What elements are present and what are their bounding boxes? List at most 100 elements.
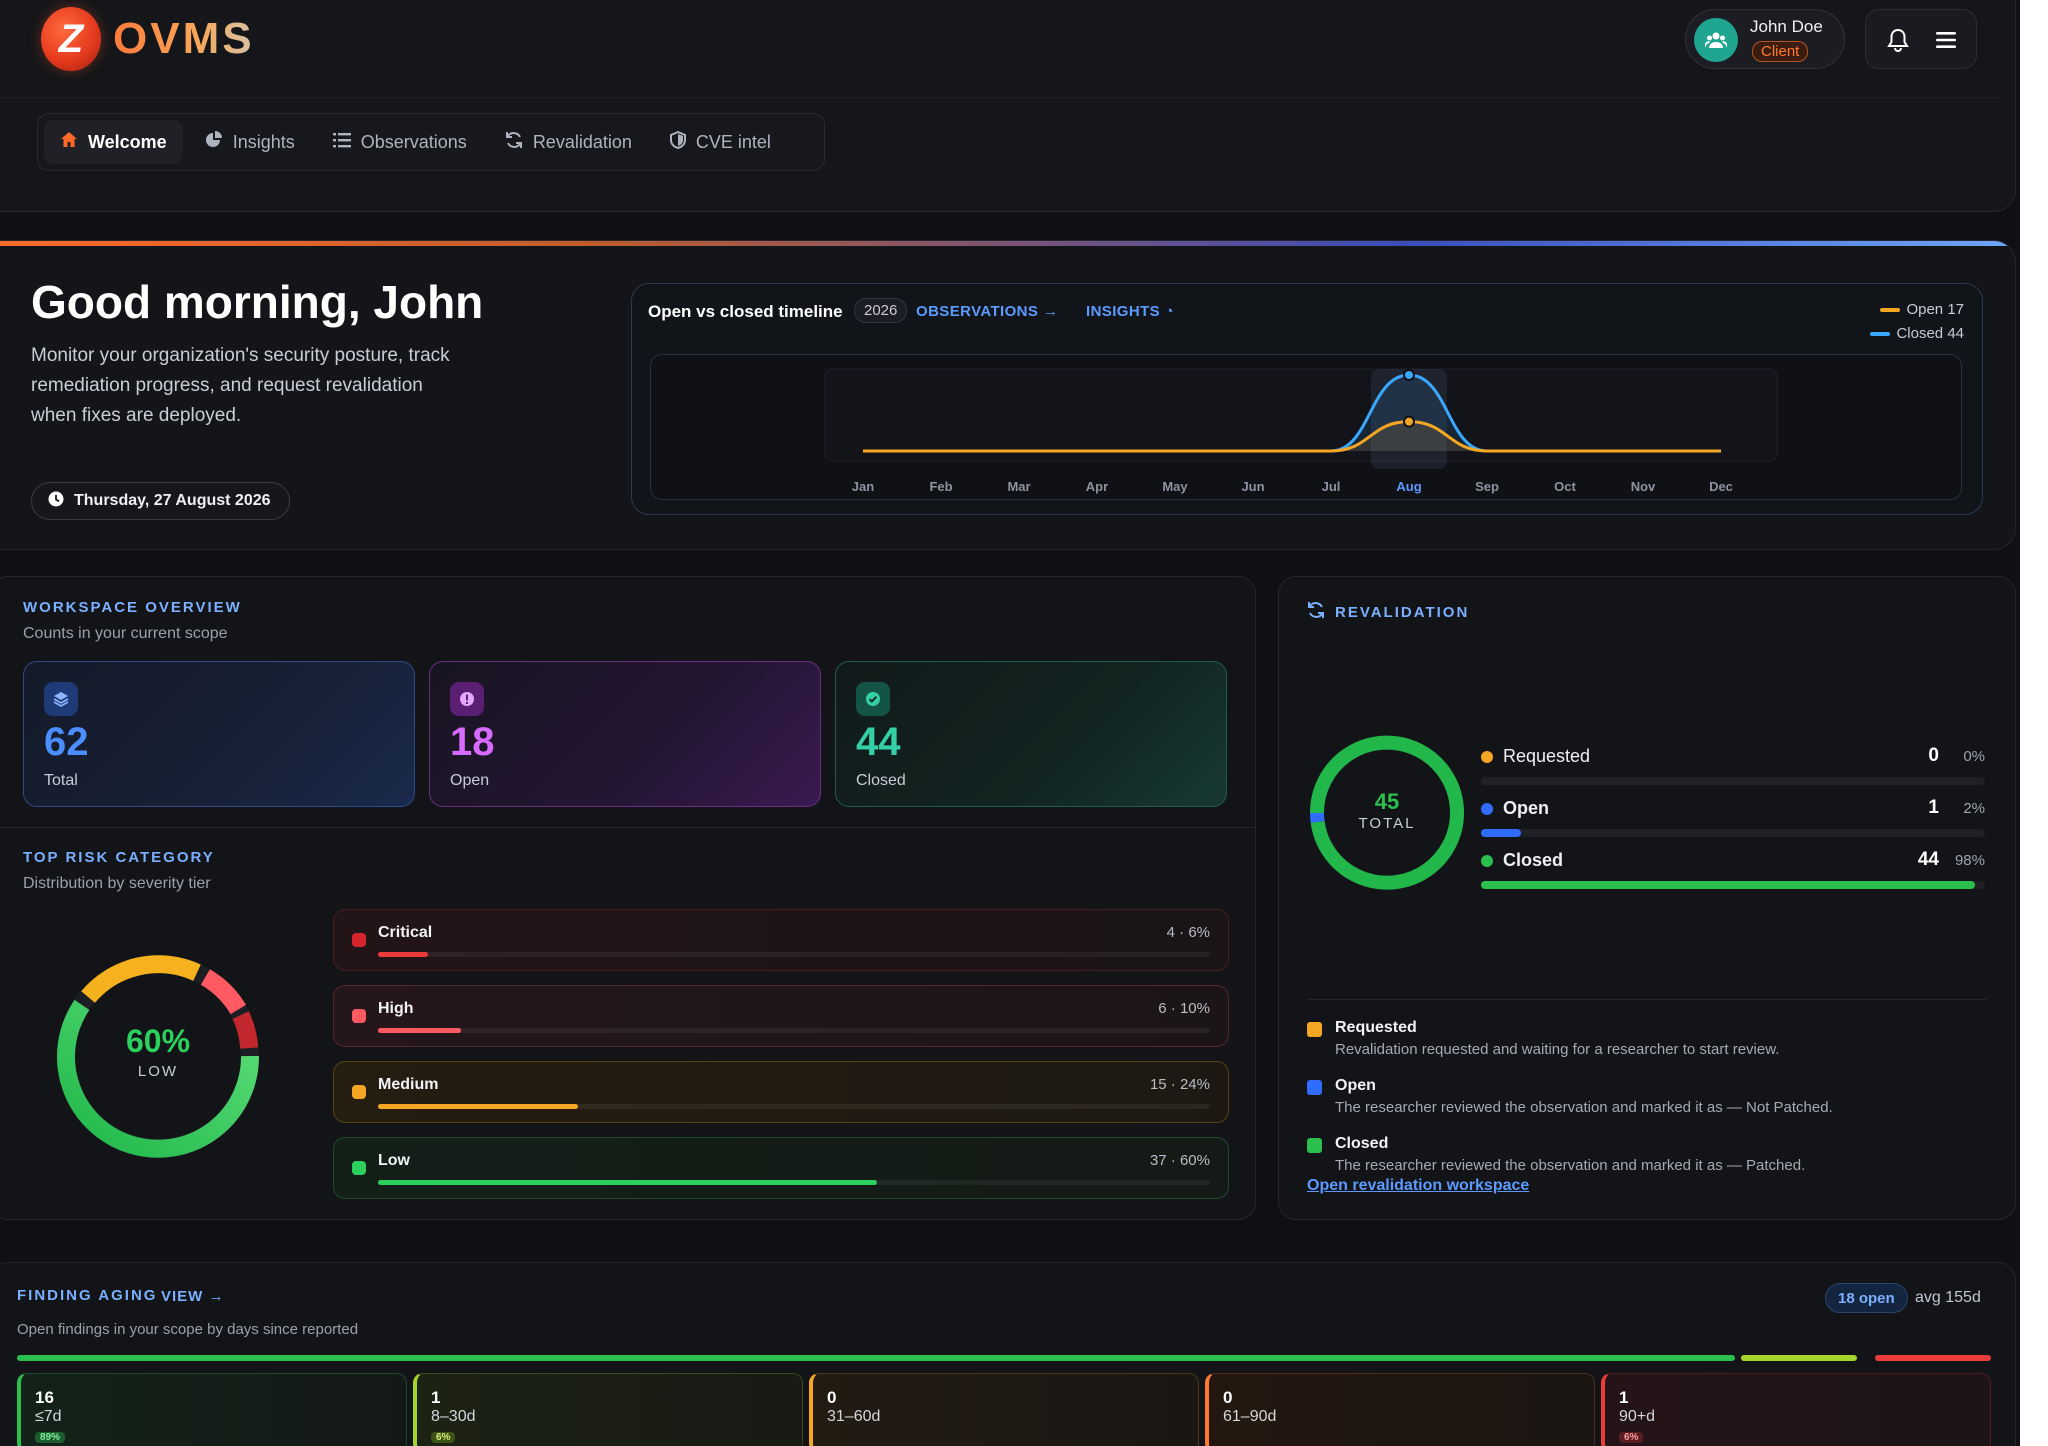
revalidation-donut: 45 TOTAL bbox=[1307, 733, 1467, 893]
aging-bucket-7d[interactable]: 16 ≤7d 89% bbox=[17, 1373, 407, 1446]
overview-subtitle: Counts in your current scope bbox=[23, 625, 228, 642]
overview-title: WORKSPACE OVERVIEW bbox=[23, 599, 242, 616]
workspace-overview-card: WORKSPACE OVERVIEW Counts in your curren… bbox=[0, 576, 1256, 1220]
definition-text: The researcher reviewed the observation … bbox=[1335, 1099, 1833, 1116]
bucket-range: ≤7d bbox=[35, 1408, 62, 1425]
header-divider bbox=[0, 97, 2001, 98]
timeline-plot: Jan Feb Mar Apr May Jun Jul Aug Sep Oct Nov Dec bbox=[650, 354, 1962, 500]
stat-value: 18 bbox=[450, 720, 495, 764]
revalidation-header: REVALIDATION bbox=[1307, 601, 1469, 624]
tab-label: Observations bbox=[360, 131, 467, 152]
row-track bbox=[1481, 881, 1985, 889]
severity-row-medium[interactable]: Medium 15 · 24% bbox=[333, 1061, 1229, 1123]
finding-aging-card: FINDING AGING VIEW → Open findings in yo… bbox=[0, 1262, 2016, 1446]
severity-row-critical[interactable]: Critical 4 · 6% bbox=[333, 909, 1229, 971]
bucket-count: 1 bbox=[431, 1388, 441, 1407]
date-pill: Thursday, 27 August 2026 bbox=[31, 482, 290, 520]
aging-bucket-30d[interactable]: 1 8–30d 6% bbox=[413, 1373, 803, 1446]
row-track bbox=[1481, 777, 1985, 785]
aging-bucket-90plus[interactable]: 1 90+d 6% bbox=[1601, 1373, 1991, 1446]
bucket-count: 1 bbox=[1619, 1388, 1629, 1407]
shield-icon bbox=[669, 130, 686, 154]
severity-fill bbox=[378, 1180, 878, 1185]
stat-closed[interactable]: 44 Closed bbox=[835, 661, 1227, 807]
severity-name: Low bbox=[378, 1152, 410, 1169]
timeline-legend: Open 17 Closed 44 bbox=[1870, 298, 1964, 346]
aging-subtitle: Open findings in your scope by days sinc… bbox=[17, 1321, 359, 1338]
row-name: Requested bbox=[1503, 746, 1591, 766]
logo-icon: Z bbox=[41, 7, 101, 71]
tab-label: CVE intel bbox=[695, 131, 771, 152]
revalidation-row-closed[interactable]: Closed 44 98% bbox=[1481, 847, 1985, 899]
severity-value: 37 · 60% bbox=[1149, 1152, 1210, 1169]
severity-row-high[interactable]: High 6 · 10% bbox=[333, 985, 1229, 1047]
stat-open[interactable]: 18 Open bbox=[429, 661, 821, 807]
greeting: Good morning, John bbox=[31, 276, 484, 328]
definition-text: Revalidation requested and waiting for a… bbox=[1335, 1041, 1780, 1058]
tab-cve-intel[interactable]: CVE intel bbox=[654, 120, 787, 164]
risk-subtitle: Distribution by severity tier bbox=[23, 875, 211, 892]
aging-bucket-90d[interactable]: 0 61–90d bbox=[1205, 1373, 1595, 1446]
x-tick-label: May bbox=[1162, 479, 1188, 494]
critical-dot-icon bbox=[352, 933, 366, 947]
year-selector[interactable]: 2026 bbox=[854, 298, 908, 323]
brand-name: OVMS bbox=[113, 14, 255, 63]
revalidation-divider bbox=[1307, 999, 1987, 1000]
bucket-range: 90+d bbox=[1619, 1408, 1656, 1425]
brand[interactable]: Z OVMS bbox=[41, 7, 255, 71]
donut-label: LOW bbox=[137, 1063, 179, 1080]
bucket-range: 8–30d bbox=[431, 1408, 476, 1425]
x-tick-label: Feb bbox=[929, 479, 952, 494]
data-point[interactable] bbox=[1403, 415, 1415, 428]
revalidation-total: 45 bbox=[1374, 789, 1400, 814]
layers-icon bbox=[44, 682, 78, 716]
aging-segment bbox=[1875, 1355, 1991, 1361]
stat-value: 44 bbox=[856, 720, 901, 764]
definition-text: The researcher reviewed the observation … bbox=[1335, 1157, 1806, 1174]
tab-insights[interactable]: Insights bbox=[189, 120, 311, 164]
requested-square-icon bbox=[1307, 1022, 1322, 1037]
severity-value: 4 · 6% bbox=[1166, 924, 1210, 941]
revalidation-row-requested[interactable]: Requested 0 0% bbox=[1481, 743, 1985, 795]
hero-description: Monitor your organization's security pos… bbox=[31, 345, 450, 426]
observations-link[interactable]: OBSERVATIONS → bbox=[916, 303, 1058, 320]
low-dot-icon bbox=[352, 1161, 366, 1175]
x-tick-label: Mar bbox=[1007, 479, 1030, 494]
aging-view-link[interactable]: VIEW → bbox=[161, 1288, 225, 1305]
definition-title: Closed bbox=[1335, 1135, 1389, 1152]
menu-icon[interactable] bbox=[1932, 26, 1960, 54]
revalidation-total-label: TOTAL bbox=[1358, 815, 1416, 832]
data-point[interactable] bbox=[1403, 369, 1415, 381]
stat-label: Total bbox=[44, 772, 78, 789]
user-name: John Doe bbox=[1750, 17, 1823, 36]
aging-bucket-60d[interactable]: 0 31–60d bbox=[809, 1373, 1199, 1446]
revalidation-row-open[interactable]: Open 1 2% bbox=[1481, 795, 1985, 847]
severity-donut: 60% LOW bbox=[55, 953, 261, 1159]
revalidation-card: REVALIDATION 45 TOTAL Requested 0 0% Ope… bbox=[1278, 576, 2016, 1220]
aging-average: avg 155d bbox=[1915, 1289, 1981, 1306]
legend-closed: Closed 44 bbox=[1870, 322, 1964, 346]
severity-row-low[interactable]: Low 37 · 60% bbox=[333, 1137, 1229, 1199]
stat-label: Open bbox=[450, 772, 490, 789]
stat-label: Closed bbox=[856, 772, 906, 789]
row-track bbox=[1481, 829, 1985, 837]
x-tick-label: Aug bbox=[1396, 479, 1421, 494]
tab-welcome[interactable]: Welcome bbox=[44, 120, 183, 164]
tab-revalidation[interactable]: Revalidation bbox=[489, 120, 648, 164]
severity-value: 6 · 10% bbox=[1158, 1000, 1210, 1017]
revalidation-title: REVALIDATION bbox=[1335, 604, 1470, 621]
closed-dot-icon bbox=[1481, 855, 1493, 867]
tab-observations[interactable]: Observations bbox=[317, 120, 483, 164]
insights-link[interactable]: INSIGHTS ◔ bbox=[1086, 303, 1174, 320]
timeline-chart: Jan Feb Mar Apr May Jun Jul Aug Sep Oct Nov Dec bbox=[824, 368, 1778, 494]
user-menu[interactable]: John Doe Client bbox=[1685, 9, 1845, 69]
tab-label: Welcome bbox=[88, 131, 167, 152]
open-revalidation-link[interactable]: Open revalidation workspace bbox=[1307, 1177, 1529, 1195]
tab-label: Insights bbox=[232, 131, 295, 152]
donut-percent: 60% bbox=[125, 1023, 191, 1059]
stat-total[interactable]: 62 Total bbox=[23, 661, 415, 807]
row-count: 1 bbox=[1928, 797, 1939, 818]
legend-open: Open 17 bbox=[1870, 298, 1964, 322]
pie-chart-icon bbox=[205, 130, 223, 154]
bell-icon[interactable] bbox=[1884, 26, 1912, 54]
